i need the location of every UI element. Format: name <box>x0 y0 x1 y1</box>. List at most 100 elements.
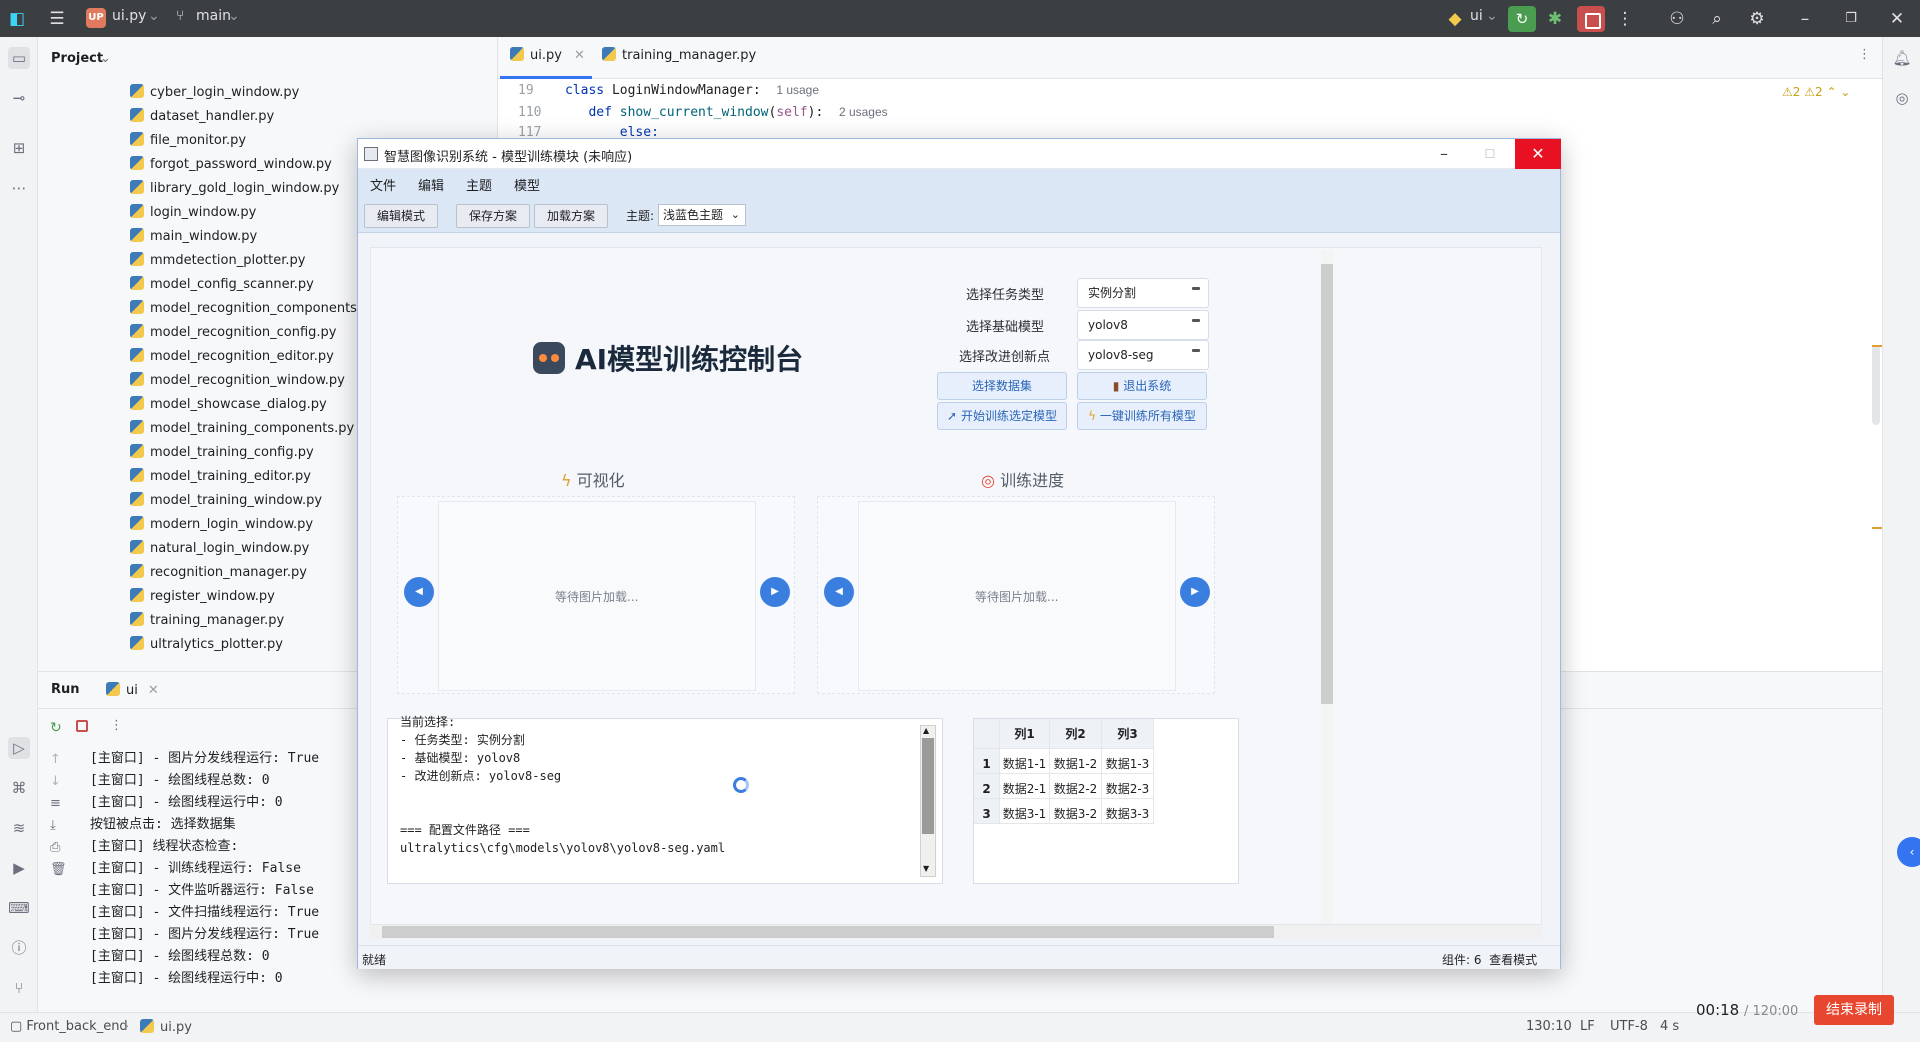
tab-options-icon[interactable]: ⋮ <box>1858 47 1871 62</box>
project-panel-title[interactable]: Project <box>51 51 103 66</box>
stop-recording-button[interactable]: 结束录制 <box>1814 995 1894 1025</box>
task-type-select[interactable]: 实例分割 <box>1077 278 1209 308</box>
run-tool-icon[interactable]: ▷ <box>8 737 30 759</box>
table-cell[interactable]: 数据2-3 <box>1102 774 1154 799</box>
base-model-select[interactable]: yolov8 <box>1077 310 1209 340</box>
notifications-icon[interactable]: 🔔︎ <box>1891 47 1913 69</box>
project-file-item[interactable]: mmdetection_plotter.py <box>130 251 305 271</box>
layers-icon[interactable]: ≋ <box>8 817 30 839</box>
table-cell[interactable]: 数据1-2 <box>1050 749 1102 774</box>
content-hscrollbar[interactable] <box>370 925 1542 939</box>
table-row-index[interactable]: 2 <box>974 774 1000 799</box>
debug-icon[interactable]: ✱ <box>1544 8 1566 30</box>
restore-icon[interactable]: ❐ <box>1840 8 1862 30</box>
project-file-item[interactable]: recognition_manager.py <box>130 563 307 583</box>
table-header[interactable]: 列2 <box>1050 719 1102 749</box>
warnings-indicator[interactable]: ⚠2 ⚠2 ⌃ ⌄ <box>1782 85 1850 99</box>
breadcrumb-file[interactable]: ui.py <box>140 1019 192 1035</box>
settings-gear-icon[interactable]: ⚙ <box>1746 8 1768 30</box>
project-breadcrumb[interactable]: ▢ Front_back_end <box>10 1019 128 1034</box>
run-config-chevron-icon[interactable]: ⌄ <box>1486 8 1498 24</box>
cursor-position[interactable]: 130:10 <box>1526 1019 1572 1034</box>
log-output[interactable]: 当前选择: - 任务类型: 实例分割 - 基础模型: yolov8 - 改进创新点: … <box>387 715 943 884</box>
run-config[interactable]: ui <box>1470 8 1483 24</box>
table-row-index[interactable]: 1 <box>974 749 1000 774</box>
project-file-item[interactable]: cyber_login_window.py <box>130 83 299 103</box>
commit-icon[interactable]: ⊸ <box>8 87 30 109</box>
table-cell[interactable]: 数据3-3 <box>1102 799 1154 824</box>
scroll-down-icon[interactable]: ▼ <box>923 864 929 873</box>
collapse-handle-icon[interactable]: ‹ <box>1897 837 1920 867</box>
run-tab[interactable]: Run <box>51 682 80 697</box>
project-file-item[interactable]: register_window.py <box>130 587 275 607</box>
line-separator[interactable]: LF <box>1580 1019 1595 1034</box>
train-selected-button[interactable]: ➚ 开始训练选定模型 <box>937 402 1067 430</box>
table-cell[interactable]: 数据2-1 <box>1000 774 1050 799</box>
table-header[interactable]: 列1 <box>1000 719 1050 749</box>
menu-model[interactable]: 模型 <box>514 175 540 194</box>
save-plan-button[interactable]: 保存方案 <box>456 204 531 228</box>
project-file-item[interactable]: dataset_handler.py <box>130 107 274 127</box>
indent-setting[interactable]: 4 s <box>1660 1019 1679 1034</box>
project-file-item[interactable]: model_recognition_config.py <box>130 323 337 343</box>
project-file-item[interactable]: model_recognition_editor.py <box>130 347 334 367</box>
theme-select[interactable]: 浅蓝色主题 ⌄ <box>658 204 747 226</box>
exit-system-button[interactable]: ▮ 退出系统 <box>1077 372 1207 400</box>
add-user-icon[interactable]: ⚇ <box>1666 8 1688 30</box>
menu-theme[interactable]: 主题 <box>466 175 492 194</box>
project-file-item[interactable]: model_training_editor.py <box>130 467 311 487</box>
project-file-item[interactable]: file_monitor.py <box>130 131 246 151</box>
table-cell[interactable]: 数据3-2 <box>1050 799 1102 824</box>
project-file-item[interactable]: model_recognition_window.py <box>130 371 345 391</box>
project-file-item[interactable]: main_window.py <box>130 227 257 247</box>
close-tab-icon[interactable]: ✕ <box>574 48 585 63</box>
innovation-select[interactable]: yolov8-seg <box>1077 340 1209 370</box>
train-all-button[interactable]: ϟ 一键训练所有模型 <box>1077 402 1207 430</box>
more-actions-icon[interactable]: ⋮ <box>1614 8 1636 30</box>
structure-icon[interactable]: ⊞ <box>8 137 30 159</box>
table-cell[interactable]: 数据2-2 <box>1050 774 1102 799</box>
console-output[interactable]: [主窗口] - 图片分发线程运行: True [主窗口] - 绘图线程总数: 0 [… <box>90 748 319 990</box>
data-table[interactable]: 列1 列2 列3 1 数据1-1 数据1-2 数据1-3 2 数据2-1 数据2-2 数据2-3 3 数… <box>973 718 1239 884</box>
log-scroll-thumb[interactable] <box>922 738 934 834</box>
soft-wrap-icon[interactable]: ≡ <box>50 796 61 811</box>
content-vscrollbar[interactable] <box>1321 250 1333 924</box>
project-file-item[interactable]: library_gold_login_window.py <box>130 179 339 199</box>
git-icon[interactable]: ⑂ <box>8 977 30 999</box>
python-console-icon[interactable]: ⌘ <box>8 777 30 799</box>
ui-run-tab[interactable]: ui ✕ <box>106 682 159 698</box>
problems-icon[interactable]: ⓘ <box>8 937 30 959</box>
rerun-button[interactable]: ↻ <box>1508 6 1536 32</box>
down-arrow-icon[interactable]: ↓ <box>50 774 61 789</box>
minimize-icon[interactable]: – <box>1794 8 1816 30</box>
tab-training-manager[interactable]: training_manager.py <box>602 47 756 63</box>
window-close-icon[interactable]: ✕ <box>1515 139 1561 169</box>
usage-hint[interactable]: 1 usage <box>776 83 819 97</box>
branch-name[interactable]: main <box>196 8 231 24</box>
file-encoding[interactable]: UTF-8 <box>1610 1019 1648 1034</box>
window-minimize-icon[interactable]: – <box>1421 139 1467 169</box>
editor-scrollbar[interactable] <box>1872 345 1880 425</box>
project-file-item[interactable]: model_training_config.py <box>130 443 314 463</box>
project-chevron-icon[interactable]: ⌄ <box>100 51 111 66</box>
project-file-item[interactable]: login_window.py <box>130 203 256 223</box>
project-file-item[interactable]: ultralytics_plotter.py <box>130 635 283 655</box>
project-file-item[interactable]: model_training_window.py <box>130 491 322 511</box>
select-dataset-button[interactable]: 选择数据集 <box>937 372 1067 400</box>
more-tools-icon[interactable]: ⋯ <box>8 177 30 199</box>
main-menu-icon[interactable]: ☰ <box>46 8 68 30</box>
table-corner[interactable] <box>974 719 1000 749</box>
load-plan-button[interactable]: 加载方案 <box>534 204 609 228</box>
log-scrollbar[interactable]: ▲ ▼ <box>920 725 936 877</box>
folder-icon[interactable]: ▭ <box>8 47 30 69</box>
print-icon[interactable]: ⎙ <box>50 840 60 855</box>
project-file-item[interactable]: model_showcase_dialog.py <box>130 395 327 415</box>
project-file-item[interactable]: natural_login_window.py <box>130 539 309 559</box>
up-arrow-icon[interactable]: ↑ <box>50 752 61 767</box>
project-file-item[interactable]: model_recognition_components.py <box>130 299 377 319</box>
table-header[interactable]: 列3 <box>1102 719 1154 749</box>
run-options-icon[interactable]: ⋮ <box>110 718 123 733</box>
window-maximize-icon[interactable]: ☐ <box>1467 139 1513 169</box>
menu-file[interactable]: 文件 <box>370 175 396 194</box>
search-icon[interactable]: ⌕ <box>1706 8 1728 30</box>
